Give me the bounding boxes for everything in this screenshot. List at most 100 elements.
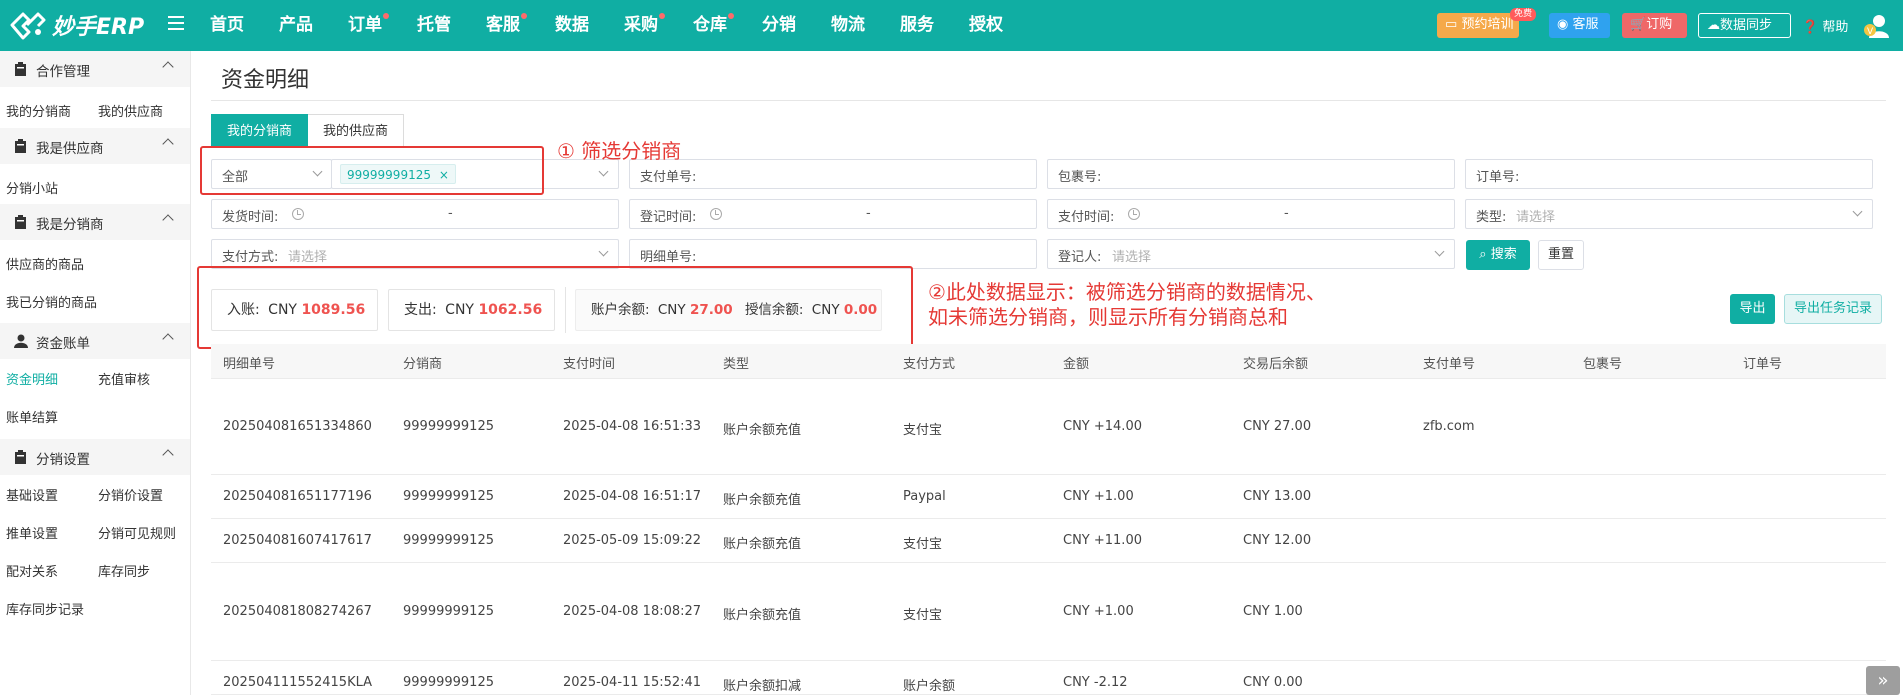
reset-button[interactable]: 重置: [1538, 240, 1584, 270]
sidebar-group-title: 合作管理: [36, 64, 90, 80]
column-header: 交易后余额: [1243, 357, 1309, 372]
nav-item[interactable]: 客服: [486, 0, 527, 51]
cloud-icon: ☁: [1707, 18, 1720, 33]
sidebar-link[interactable]: 分销可见规则: [98, 523, 176, 542]
balance-value: 27.00: [689, 302, 733, 318]
sidebar-group[interactable]: 我是供应商: [0, 128, 190, 164]
income-label: 入账:: [227, 302, 260, 318]
sidebar-link[interactable]: 账单结算: [6, 407, 58, 426]
type-select[interactable]: 类型: 请选择: [1465, 199, 1873, 229]
user-avatar-icon[interactable]: V: [1862, 13, 1890, 39]
search-button[interactable]: ⌕ 搜索: [1466, 240, 1530, 270]
nav-item[interactable]: 分销: [762, 0, 796, 51]
nav-item[interactable]: 仓库: [693, 0, 734, 51]
annotation-2-line1: ②此处数据显示：被筛选分销商的数据情况、: [928, 280, 1326, 304]
balance-label: 账户余额:: [591, 302, 650, 318]
nav-item[interactable]: 首页: [210, 0, 244, 51]
balance-currency: CNY: [657, 302, 686, 318]
detail-no-field[interactable]: 明细单号:: [629, 239, 1037, 269]
search-icon: ⌕: [1479, 247, 1487, 262]
table-cell: 2025-04-11 15:52:41: [563, 675, 702, 690]
column-header: 支付时间: [563, 357, 616, 372]
clock-icon: [292, 208, 304, 220]
table-cell: 202504081651334860: [223, 419, 372, 434]
table-cell: CNY +14.00: [1063, 419, 1142, 434]
export-button[interactable]: 导出: [1730, 294, 1775, 324]
logo-icon: [10, 12, 46, 40]
pay-method-select[interactable]: 支付方式: 请选择: [211, 239, 619, 269]
sidebar-group[interactable]: 资金账单: [0, 323, 190, 359]
sidebar-group[interactable]: 合作管理: [0, 51, 190, 87]
package-no-field[interactable]: 包裹号:: [1047, 159, 1455, 189]
clock-icon: [710, 208, 722, 220]
chevron-down-icon: [598, 246, 609, 257]
table-cell: 账户余额充值: [723, 493, 802, 508]
nav-item[interactable]: 订单: [348, 0, 389, 51]
data-sync-button[interactable]: ☁数据同步: [1698, 13, 1791, 38]
sidebar-link[interactable]: 基础设置: [6, 485, 58, 504]
sidebar-link[interactable]: 库存同步: [98, 561, 150, 580]
table-cell: 202504111552415KLA: [223, 675, 373, 690]
book-training-button[interactable]: ▭ 预约培训: [1437, 13, 1519, 38]
nav-item[interactable]: 数据: [555, 0, 589, 51]
nav-item[interactable]: 产品: [279, 0, 313, 51]
clock-icon: [1128, 208, 1140, 220]
search-label: 搜索: [1490, 247, 1517, 262]
table-cell: 202504081607417617: [223, 533, 372, 548]
menu-toggle-icon[interactable]: [168, 16, 184, 30]
pay-no-field[interactable]: 支付单号:: [629, 159, 1037, 189]
sidebar-group-title: 我是供应商: [36, 141, 104, 157]
customer-service-button[interactable]: ◉ 客服: [1549, 13, 1610, 38]
pay-method-placeholder: 请选择: [288, 250, 328, 265]
tab-bar: 我的分销商 我的供应商: [211, 114, 405, 148]
order-no-field[interactable]: 订单号:: [1465, 159, 1873, 189]
sidebar-link[interactable]: 充值审核: [98, 369, 150, 388]
sidebar-group-title: 分销设置: [36, 452, 90, 468]
subscribe-button[interactable]: 🛒订购: [1622, 13, 1687, 38]
sidebar-link[interactable]: 分销小站: [6, 178, 58, 197]
tab-my-suppliers[interactable]: 我的供应商: [308, 114, 405, 148]
nav-item[interactable]: 服务: [900, 0, 934, 51]
annotation-1: ① 筛选分销商: [557, 139, 682, 163]
table-row[interactable]: 202504081651334860 99999999125 2025-04-08 …: [211, 379, 1886, 475]
sidebar-link[interactable]: 我的分销商: [6, 101, 71, 120]
sidebar-link[interactable]: 资金明细: [6, 369, 58, 388]
ship-time-range[interactable]: 发货时间: -: [211, 199, 619, 229]
sidebar-link[interactable]: 推单设置: [6, 523, 58, 542]
nav-item[interactable]: 托管: [417, 0, 451, 51]
nav-item[interactable]: 授权: [969, 0, 1003, 51]
sidebar-group[interactable]: 我是分销商: [0, 204, 190, 240]
table-row[interactable]: 202504081607417617 99999999125 2025-05-09 …: [211, 519, 1886, 563]
income-stat: 入账: CNY 1089.56: [211, 289, 378, 331]
income-currency: CNY: [268, 302, 297, 318]
registrar-select[interactable]: 登记人: 请选择: [1047, 239, 1455, 269]
sidebar-link[interactable]: 我的供应商: [98, 101, 163, 120]
sidebar-link[interactable]: 供应商的商品: [6, 254, 84, 273]
expense-stat: 支出: CNY 1062.56: [388, 289, 555, 331]
type-placeholder: 请选择: [1516, 210, 1556, 225]
double-chevron-right-icon[interactable]: »: [1866, 666, 1900, 695]
sidebar-group[interactable]: 分销设置: [0, 439, 190, 475]
table-row[interactable]: 202504081651177196 99999999125 2025-04-08 …: [211, 475, 1886, 519]
table-cell: CNY 13.00: [1243, 489, 1312, 504]
sidebar-link[interactable]: 库存同步记录: [6, 599, 84, 618]
register-time-range[interactable]: 登记时间: -: [629, 199, 1037, 229]
help-link[interactable]: ❓ 帮助: [1802, 16, 1848, 35]
tab-my-distributors[interactable]: 我的分销商: [211, 114, 309, 148]
credit-label: 授信余额:: [744, 302, 804, 318]
nav-item-label: 分销: [762, 15, 796, 35]
range-separator: -: [448, 206, 453, 221]
title-divider: [211, 100, 1886, 101]
table-row[interactable]: 202504111552415KLA 99999999125 2025-04-11 …: [211, 661, 1886, 695]
sidebar-link[interactable]: 配对关系: [6, 561, 58, 580]
sidebar-link[interactable]: 分销价设置: [98, 485, 163, 504]
app-logo[interactable]: 妙手ERP: [10, 8, 144, 42]
nav-item[interactable]: 物流: [831, 0, 865, 51]
pay-time-range[interactable]: 支付时间: -: [1047, 199, 1455, 229]
table-cell: 99999999125: [403, 489, 494, 504]
table-cell: Paypal: [903, 489, 946, 504]
nav-item[interactable]: 采购: [624, 0, 665, 51]
export-log-button[interactable]: 导出任务记录: [1784, 294, 1882, 324]
table-row[interactable]: 202504081808274267 99999999125 2025-04-08 …: [211, 563, 1886, 661]
sidebar-link[interactable]: 我已分销的商品: [6, 292, 97, 311]
